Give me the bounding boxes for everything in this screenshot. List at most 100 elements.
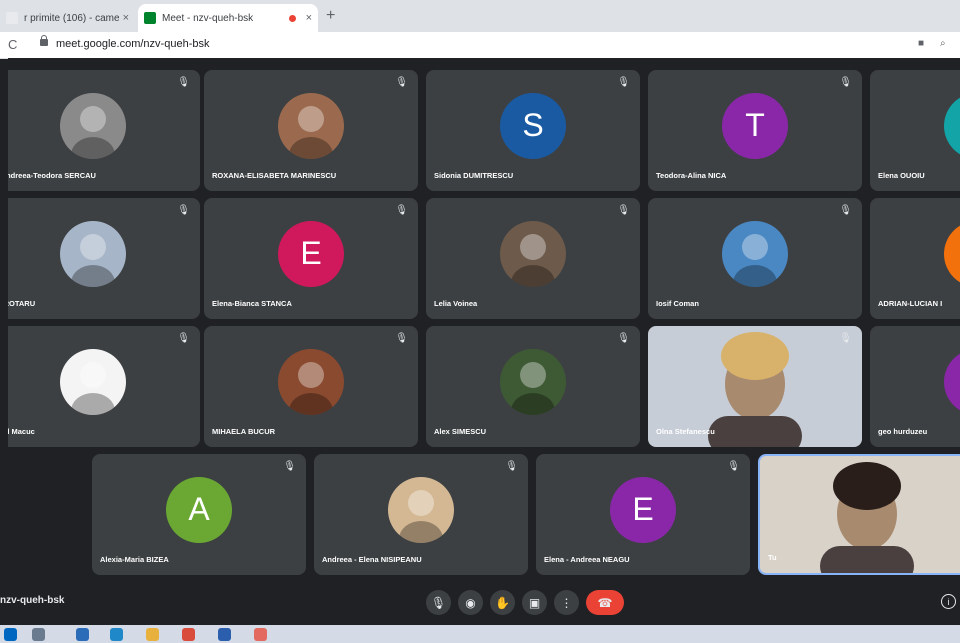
participant-photo (500, 220, 566, 287)
recording-dot-icon (288, 14, 296, 22)
muted-mic-icon: 🎙 (839, 77, 852, 88)
end-call-button[interactable]: ☎ (586, 590, 624, 615)
participant-photo (278, 348, 344, 415)
muted-mic-icon: 🎙 (395, 333, 408, 344)
participant-tile[interactable]: 🎙 ROXANA-ELISABETA MARINESCU (204, 70, 418, 191)
new-tab-button[interactable]: + (326, 8, 335, 24)
participant-photo (388, 476, 454, 543)
close-icon[interactable]: × (123, 12, 129, 24)
microphone-button[interactable]: 🎙 (426, 590, 451, 615)
app-icon[interactable] (254, 628, 267, 641)
tab-meet[interactable]: Meet - nzv-queh-bsk × (138, 4, 318, 32)
participant-tile[interactable]: 🎙 ru ROTARU (8, 198, 200, 319)
participant-avatar: S (500, 92, 566, 159)
participant-photo (60, 220, 126, 287)
participant-name: ROXANA-ELISABETA MARINESCU (212, 171, 337, 180)
participant-tile[interactable]: 🎙 MIHAELA BUCUR (204, 326, 418, 447)
participant-name: Andreea - Elena NISIPEANU (322, 555, 422, 564)
muted-mic-icon: 🎙 (839, 333, 852, 344)
participant-video (760, 456, 960, 573)
participant-tile[interactable]: 🎙 nuel Macuc (8, 326, 200, 447)
start-icon[interactable] (4, 628, 17, 641)
more-options-button[interactable]: ⋮ (554, 590, 579, 615)
meeting-control-bar: nzv-queh-bsk 🎙 ◉ ✋ ▣ ⋮ ☎ i (0, 580, 960, 625)
participant-tile[interactable]: 🎙 Iosif Coman (648, 198, 862, 319)
muted-mic-icon: 🎙 (395, 77, 408, 88)
participant-tile[interactable]: 🎙Elena OUOIU (870, 70, 960, 191)
word-icon[interactable] (218, 628, 231, 641)
address-bar: C meet.google.com/nzv-queh-bsk ■ ⌕ (0, 32, 960, 59)
meeting-code: nzv-queh-bsk (0, 595, 65, 606)
lock-icon[interactable] (40, 35, 48, 46)
participant-avatar: E (278, 220, 344, 287)
zoom-icon[interactable]: ⌕ (940, 38, 946, 49)
participant-name: Teodora-Alina NICA (656, 171, 727, 180)
participant-tile[interactable]: 🎙 Olna Stefanescu (648, 326, 862, 447)
muted-mic-icon: 🎙 (617, 333, 630, 344)
task-view-icon[interactable] (76, 628, 89, 641)
participant-name: ADRIAN-LUCIAN I (878, 299, 943, 308)
muted-mic-icon: 🎙 (177, 77, 190, 88)
raise-hand-button[interactable]: ✋ (490, 590, 515, 615)
meeting-info-button[interactable]: i (941, 594, 956, 609)
participant-tile[interactable]: A 🎙 Alexia-Maria BIZEA (92, 454, 306, 575)
participant-avatar: E (610, 476, 676, 543)
search-icon[interactable] (32, 628, 45, 641)
present-button[interactable]: ▣ (522, 590, 547, 615)
muted-mic-icon: 🎙 (727, 461, 740, 472)
close-icon[interactable]: × (306, 12, 312, 24)
participant-name: geo hurduzeu (878, 427, 928, 436)
camera-permission-icon[interactable]: ■ (918, 38, 924, 49)
participant-tile[interactable]: T 🎙 Teodora-Alina NICA (648, 70, 862, 191)
participant-avatar (944, 92, 960, 159)
participant-name: Alexia-Maria BIZEA (100, 555, 169, 564)
muted-mic-icon: 🎙 (617, 205, 630, 216)
edge-icon[interactable] (110, 628, 123, 641)
participant-name: Elena-Bianca STANCA (212, 299, 292, 308)
participant-photo (60, 92, 126, 159)
reload-icon[interactable]: C (8, 37, 17, 52)
chrome-icon[interactable] (182, 628, 195, 641)
os-taskbar (0, 625, 960, 643)
muted-mic-icon: 🎙 (617, 77, 630, 88)
muted-mic-icon: 🎙 (283, 461, 296, 472)
participant-grid: 🎙 a-Andreea-Teodora SERCAU 🎙 ROXANA-ELISABE… (8, 58, 960, 632)
participant-name: MIHAELA BUCUR (212, 427, 276, 436)
camera-button[interactable]: ◉ (458, 590, 483, 615)
participant-name: Lelia Voinea (434, 299, 478, 308)
participant-name: Elena OUOIU (878, 171, 925, 180)
participant-name: Sidonia DUMITRESCU (434, 171, 514, 180)
tab-gmail[interactable]: r primite (106) - camelia.c × (0, 4, 135, 32)
participant-photo (60, 348, 126, 415)
participant-photo (278, 92, 344, 159)
participant-tile[interactable]: 🎙 Andreea - Elena NISIPEANU (314, 454, 528, 575)
participant-name: Elena - Andreea NEAGU (544, 555, 630, 564)
muted-mic-icon: 🎙 (177, 333, 190, 344)
url-text[interactable]: meet.google.com/nzv-queh-bsk (56, 38, 209, 50)
gmail-icon (6, 12, 18, 24)
participant-name: Iosif Coman (656, 299, 699, 308)
file-explorer-icon[interactable] (146, 628, 159, 641)
muted-mic-icon: 🎙 (177, 205, 190, 216)
participant-tile[interactable]: 🎙 a-Andreea-Teodora SERCAU (8, 70, 200, 191)
muted-mic-icon: 🎙 (395, 205, 408, 216)
tab-title: r primite (106) - camelia.c (24, 12, 119, 24)
muted-mic-icon: 🎙 (839, 205, 852, 216)
participant-name: Alex SIMESCU (434, 427, 487, 436)
participant-tile[interactable]: Tu (758, 454, 960, 575)
participant-tile[interactable]: E 🎙 Elena - Andreea NEAGU (536, 454, 750, 575)
participant-tile[interactable]: E 🎙 Elena-Bianca STANCA (204, 198, 418, 319)
participant-avatar: T (722, 92, 788, 159)
participant-tile[interactable]: 🎙 Lelia Voinea (426, 198, 640, 319)
tab-title: Meet - nzv-queh-bsk (162, 12, 254, 24)
participant-name: Olna Stefanescu (656, 427, 715, 436)
participant-tile[interactable]: 🎙 Alex SIMESCU (426, 326, 640, 447)
participant-name: nuel Macuc (8, 427, 35, 436)
participant-avatar (944, 348, 960, 415)
participant-photo (722, 220, 788, 287)
participant-tile[interactable]: 🎙ADRIAN-LUCIAN I (870, 198, 960, 319)
participant-tile[interactable]: S 🎙 Sidonia DUMITRESCU (426, 70, 640, 191)
participant-name: Tu (768, 553, 777, 562)
meet-icon (144, 12, 156, 24)
participant-tile[interactable]: 🎙geo hurduzeu (870, 326, 960, 447)
